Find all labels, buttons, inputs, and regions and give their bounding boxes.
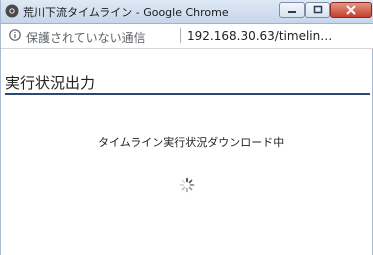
security-status-text[interactable]: 保護されていない通信 [26, 29, 146, 46]
window-title: 荒川下流タイムライン - Google Chrome [23, 6, 229, 19]
url-text[interactable]: 192.168.30.63/timelin… [187, 29, 332, 43]
page-title: 実行状況出力 [5, 74, 96, 92]
minimize-button[interactable] [279, 2, 305, 18]
close-icon [346, 5, 356, 15]
maximize-button[interactable] [305, 2, 330, 18]
window-titlebar[interactable]: 荒川下流タイムライン - Google Chrome [1, 0, 373, 24]
spinner-icon [179, 177, 195, 193]
download-status-text: タイムライン実行状況ダウンロード中 [98, 136, 285, 149]
browser-window: 荒川下流タイムライン - Google Chrome 保護されていない通信 19… [0, 0, 373, 255]
address-separator [180, 28, 181, 43]
title-divider [5, 93, 370, 95]
address-bar[interactable]: 保護されていない通信 192.168.30.63/timelin… [1, 24, 373, 49]
chrome-icon [5, 4, 19, 18]
maximize-icon [313, 5, 322, 14]
minimize-icon [288, 11, 296, 13]
close-button[interactable] [330, 2, 372, 18]
info-icon[interactable] [9, 29, 21, 41]
